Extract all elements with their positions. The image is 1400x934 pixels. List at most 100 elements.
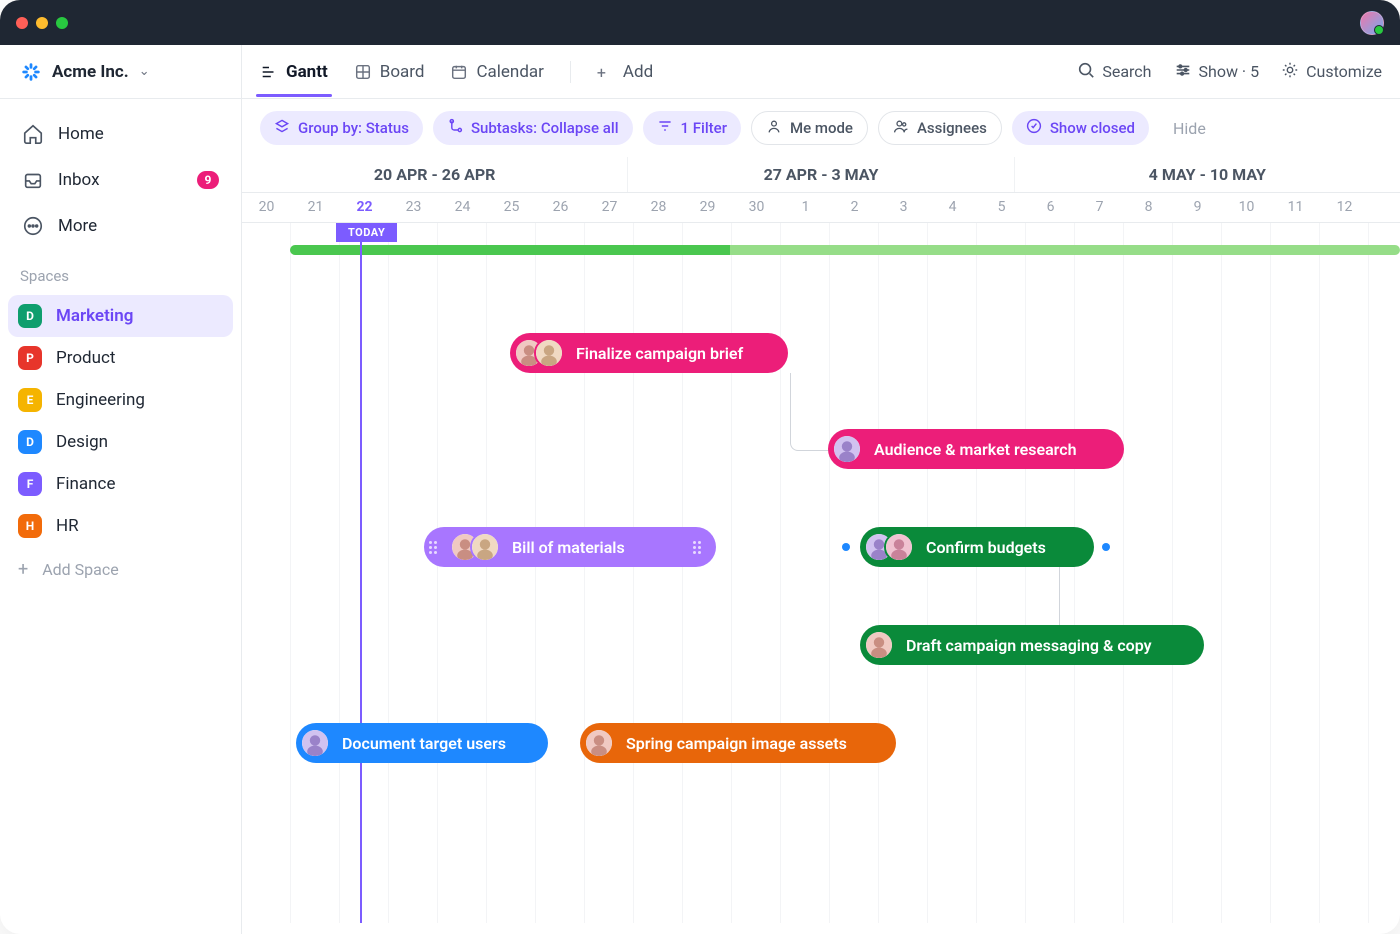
drag-handle-icon[interactable] (692, 541, 702, 554)
users-icon (893, 118, 909, 138)
task-bar[interactable]: Draft campaign messaging & copy (860, 625, 1204, 665)
search-icon (1077, 61, 1095, 83)
maximize-window-icon[interactable] (56, 17, 68, 29)
avatar (584, 728, 614, 758)
gantt-day-cell: 1 (781, 193, 830, 222)
task-bar[interactable]: Audience & market research (828, 429, 1124, 469)
task-avatars (300, 728, 330, 758)
nav-more[interactable]: More (12, 205, 229, 247)
nav-inbox[interactable]: Inbox 9 (12, 159, 229, 201)
workspace-switcher[interactable]: Acme Inc. ⌄ (0, 45, 241, 99)
add-space-button[interactable]: + Add Space (0, 547, 241, 592)
assignees-chip[interactable]: Assignees (878, 111, 1002, 145)
filter-bar: Group by: Status Subtasks: Collapse all … (242, 99, 1400, 157)
gantt-day-cell: 24 (438, 193, 487, 222)
group-by-chip[interactable]: Group by: Status (260, 111, 423, 145)
gantt-day-cell: 26 (536, 193, 585, 222)
hide-button[interactable]: Hide (1173, 119, 1206, 138)
home-icon (22, 123, 44, 145)
space-label: Design (56, 432, 108, 452)
gantt-day-cell: 12 (1320, 193, 1369, 222)
space-badge-icon: D (18, 430, 42, 454)
nav-inbox-label: Inbox (58, 170, 100, 190)
search-label: Search (1102, 62, 1151, 81)
avatar (300, 728, 330, 758)
gantt-range-cell: 20 APR - 26 APR (242, 157, 628, 192)
gantt-body[interactable]: TODAY Finalize campaign brief Audience & … (242, 223, 1400, 923)
filter-icon (657, 118, 673, 138)
subtasks-chip[interactable]: Subtasks: Collapse all (433, 111, 633, 145)
avatar (884, 532, 914, 562)
me-mode-chip[interactable]: Me mode (751, 111, 868, 145)
minimize-window-icon[interactable] (36, 17, 48, 29)
filter-label: 1 Filter (681, 119, 728, 137)
timeline-summary-bar (290, 245, 1400, 255)
user-avatar[interactable] (1360, 11, 1384, 35)
gantt-day-cell: 27 (585, 193, 634, 222)
view-tab-board[interactable]: Board (354, 48, 425, 96)
task-title: Spring campaign image assets (626, 734, 847, 753)
avatar (832, 434, 862, 464)
gantt-day-cell: 5 (977, 193, 1026, 222)
inbox-count-badge: 9 (197, 171, 219, 189)
gantt-range-cell: 4 MAY - 10 MAY (1015, 157, 1400, 192)
task-bar[interactable]: Confirm budgets (860, 527, 1094, 567)
gantt-day-cell: 25 (487, 193, 536, 222)
dependency-handle[interactable] (842, 543, 850, 551)
workspace-name: Acme Inc. (52, 62, 129, 82)
today-marker-line (360, 223, 362, 923)
spaces-header: Spaces (0, 247, 241, 295)
gantt-day-cell: 30 (732, 193, 781, 222)
gantt-day-cell: 29 (683, 193, 732, 222)
search-button[interactable]: Search (1077, 61, 1151, 83)
view-tab-gantt[interactable]: Gantt (260, 48, 328, 96)
spaces-list: DMarketingPProductEEngineering D Design FFi… (0, 295, 241, 547)
group-by-label: Group by: Status (298, 119, 409, 137)
assignees-label: Assignees (917, 119, 987, 137)
gantt-day-cell: 4 (928, 193, 977, 222)
gantt-grid (242, 223, 1400, 923)
space-item-engineering[interactable]: EEngineering (8, 379, 233, 421)
tab-calendar-label: Calendar (476, 62, 543, 82)
view-add-button[interactable]: + Add (597, 48, 653, 96)
dependency-handle[interactable] (1102, 543, 1110, 551)
nav-home[interactable]: Home (12, 113, 229, 155)
gantt-chart: 20 APR - 26 APR27 APR - 3 MAY4 MAY - 10 … (242, 157, 1400, 934)
gear-icon (1281, 61, 1299, 83)
space-item-product[interactable]: PProduct (8, 337, 233, 379)
space-item-marketing[interactable]: DMarketing (8, 295, 233, 337)
filter-chip[interactable]: 1 Filter (643, 111, 742, 145)
gantt-day-cell: 3 (879, 193, 928, 222)
task-avatars (864, 532, 914, 562)
close-window-icon[interactable] (16, 17, 28, 29)
customize-button[interactable]: Customize (1281, 61, 1382, 83)
gantt-day-cell: 22 (340, 193, 389, 222)
task-bar[interactable]: Spring campaign image assets (580, 723, 896, 763)
nav-home-label: Home (58, 124, 104, 144)
gantt-day-cell: 23 (389, 193, 438, 222)
task-avatars (514, 338, 564, 368)
board-icon (354, 63, 372, 81)
show-button[interactable]: Show · 5 (1174, 61, 1260, 83)
space-item-design[interactable]: D Design (8, 421, 233, 463)
tab-board-label: Board (380, 62, 425, 82)
space-label: Finance (56, 474, 115, 494)
view-tab-calendar[interactable]: Calendar (450, 48, 543, 96)
space-label: HR (56, 516, 79, 536)
drag-handle-icon[interactable] (428, 541, 438, 554)
avatar (534, 338, 564, 368)
more-icon (22, 215, 44, 237)
window-controls[interactable] (16, 17, 68, 29)
today-marker-label: TODAY (336, 223, 397, 242)
subtasks-label: Subtasks: Collapse all (471, 119, 619, 137)
gantt-day-cell: 2 (830, 193, 879, 222)
task-bar[interactable]: Finalize campaign brief (510, 333, 788, 373)
space-item-finance[interactable]: FFinance (8, 463, 233, 505)
task-bar[interactable]: Document target users (296, 723, 548, 763)
show-closed-chip[interactable]: Show closed (1012, 111, 1149, 145)
subtasks-icon (447, 118, 463, 138)
space-label: Engineering (56, 390, 145, 410)
space-item-hr[interactable]: HHR (8, 505, 233, 547)
gantt-day-cell: 7 (1075, 193, 1124, 222)
task-bar[interactable]: Bill of materials (424, 527, 716, 567)
